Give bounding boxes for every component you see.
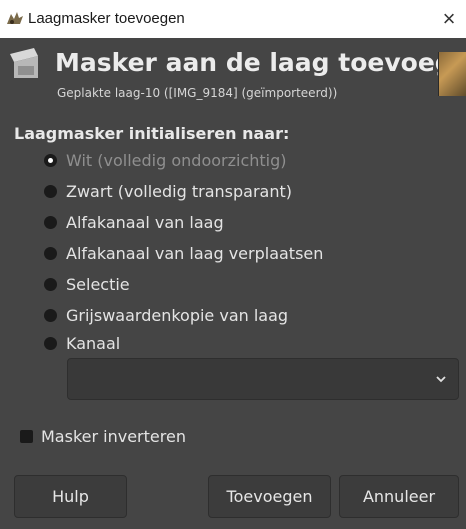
dialog-title: Masker aan de laag toevoegen — [55, 48, 466, 77]
radio-label: Wit (volledig ondoorzichtig) — [66, 150, 287, 170]
radio-label: Alfakanaal van laag verplaatsen — [66, 243, 324, 263]
layer-thumbnail — [438, 52, 466, 96]
radio-grayscale-copy[interactable]: Grijswaardenkopie van laag — [44, 303, 288, 327]
radio-white-full-opacity[interactable]: Wit (volledig ondoorzichtig) — [44, 148, 287, 172]
radio-button[interactable] — [44, 277, 57, 291]
invert-mask-label: Masker inverteren — [41, 426, 186, 446]
help-button[interactable]: Hulp — [14, 475, 127, 518]
radio-button[interactable] — [44, 246, 57, 260]
radio-selection[interactable]: Selectie — [44, 272, 130, 296]
radio-label: Selectie — [66, 274, 130, 294]
radio-label: Grijswaardenkopie van laag — [66, 305, 289, 325]
cancel-button[interactable]: Annuleer — [339, 475, 459, 518]
window-titlebar: Laagmasker toevoegen × — [0, 0, 466, 38]
radio-channel[interactable]: Kanaal — [44, 331, 120, 355]
invert-mask-toggle[interactable]: Masker inverteren — [20, 424, 186, 448]
radio-transfer-layer-alpha[interactable]: Alfakanaal van laag verplaatsen — [44, 241, 323, 265]
chevron-down-icon — [436, 376, 446, 383]
radio-label: Kanaal — [66, 333, 121, 353]
close-button[interactable]: × — [436, 4, 462, 34]
init-mask-label: Laagmasker initialiseren naar: — [14, 124, 290, 143]
invert-mask-checkbox[interactable] — [20, 429, 33, 443]
radio-button[interactable] — [44, 308, 57, 322]
gimp-wilber-icon — [7, 12, 23, 24]
window-title: Laagmasker toevoegen — [28, 10, 185, 27]
radio-button-selected[interactable] — [44, 153, 57, 167]
radio-button[interactable] — [44, 336, 57, 350]
radio-button[interactable] — [44, 184, 57, 198]
radio-label: Alfakanaal van laag — [66, 212, 224, 232]
radio-button[interactable] — [44, 215, 57, 229]
channel-select[interactable] — [67, 358, 459, 400]
radio-label: Zwart (volledig transparant) — [66, 181, 292, 201]
radio-black-full-transparency[interactable]: Zwart (volledig transparant) — [44, 179, 292, 203]
layer-mask-icon — [10, 48, 38, 78]
layer-name-subtitle: Geplakte laag-10 ([IMG_9184] (geïmportee… — [57, 86, 338, 100]
add-button[interactable]: Toevoegen — [208, 475, 331, 518]
radio-layer-alpha[interactable]: Alfakanaal van laag — [44, 210, 224, 234]
